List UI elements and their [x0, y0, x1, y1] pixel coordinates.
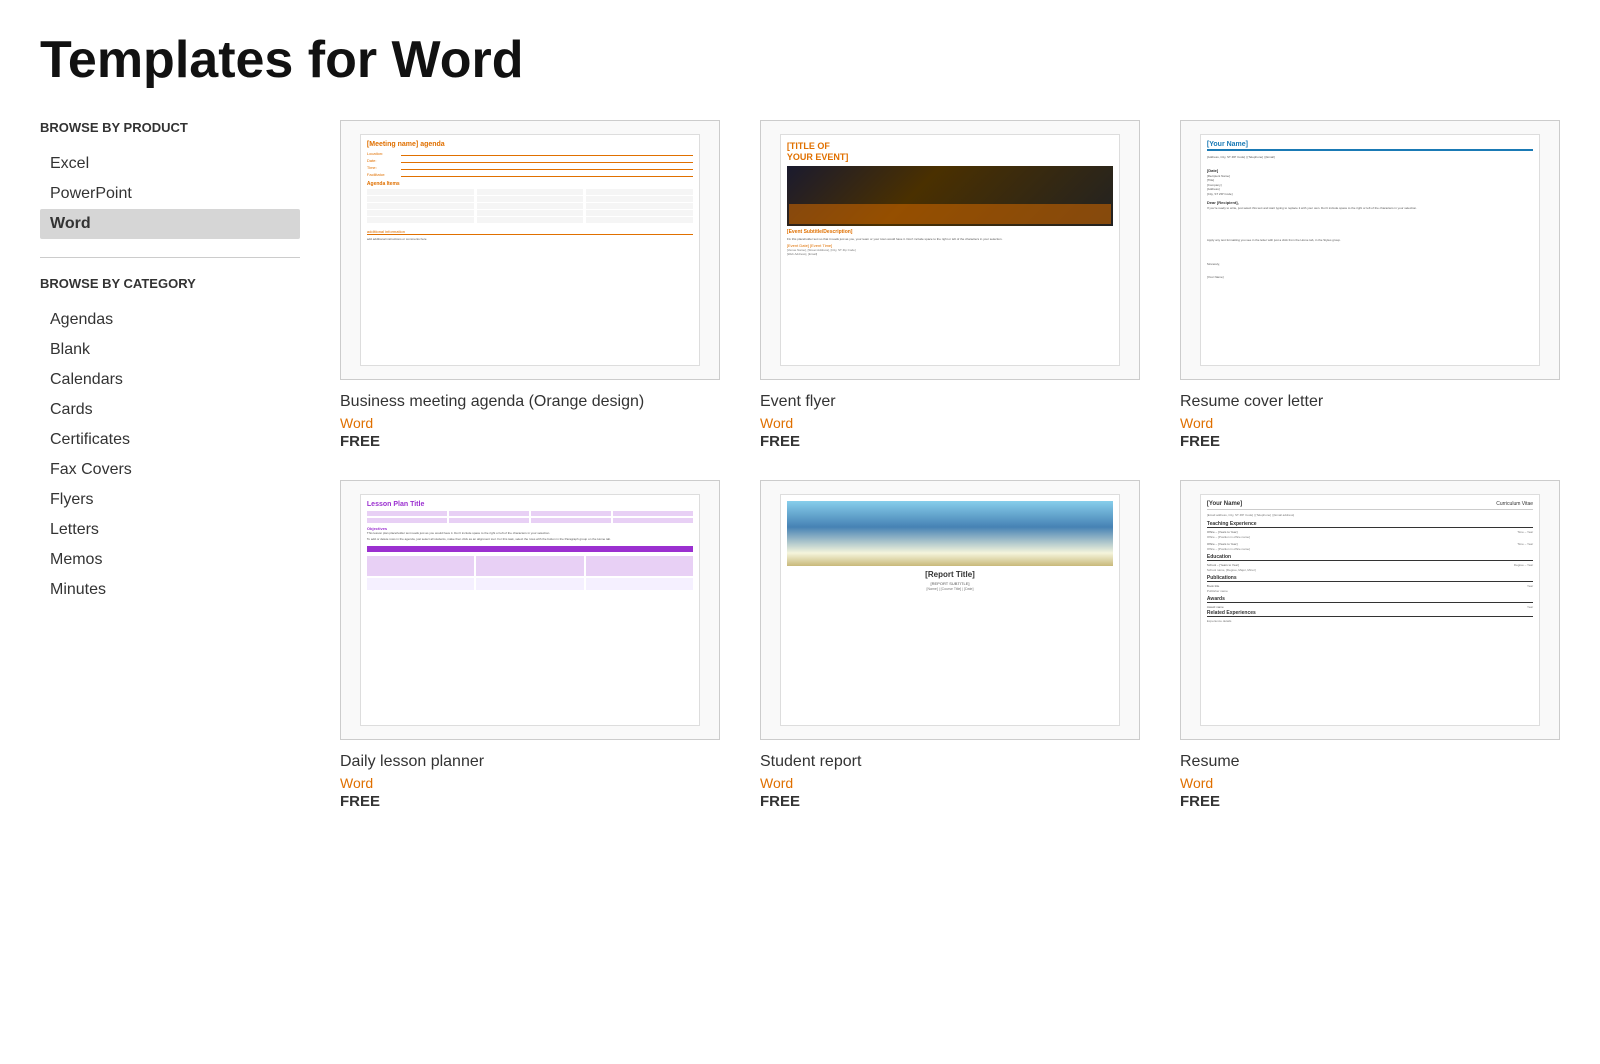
template-thumb-lesson: Lesson Plan Title [340, 480, 720, 740]
template-product-event: Word [760, 415, 1140, 431]
template-name-event: Event flyer [760, 392, 1140, 413]
thumb-event-inner: [TITLE OFYOUR EVENT] [Event Subtitle/Des… [780, 134, 1120, 366]
sidebar-item-minutes[interactable]: Minutes [40, 575, 300, 605]
template-name-resume: Resume [1180, 752, 1560, 773]
sidebar-item-certificates[interactable]: Certificates [40, 425, 300, 455]
sidebar-item-word[interactable]: Word [40, 209, 300, 239]
template-card-agenda[interactable]: [Meeting name] agenda Location: Date: Ti… [340, 120, 720, 450]
template-price-report: FREE [760, 793, 1140, 810]
template-thumb-event: [TITLE OFYOUR EVENT] [Event Subtitle/Des… [760, 120, 1140, 380]
template-price-event: FREE [760, 433, 1140, 450]
template-card-event[interactable]: [TITLE OFYOUR EVENT] [Event Subtitle/Des… [760, 120, 1140, 450]
template-card-report[interactable]: [Report Title] [REPORT SUBTITLE] [Name] … [760, 480, 1140, 810]
sidebar-item-fax-covers[interactable]: Fax Covers [40, 455, 300, 485]
template-price-resume: FREE [1180, 793, 1560, 810]
templates-area: [Meeting name] agenda Location: Date: Ti… [340, 120, 1560, 810]
thumb-report-inner: [Report Title] [REPORT SUBTITLE] [Name] … [780, 494, 1120, 726]
template-name-agenda: Business meeting agenda (Orange design) [340, 392, 720, 413]
template-product-agenda: Word [340, 415, 720, 431]
thumb-lesson-inner: Lesson Plan Title [360, 494, 700, 726]
sidebar-item-letters[interactable]: Letters [40, 515, 300, 545]
page-title: Templates for Word [40, 30, 1560, 90]
sidebar-item-blank[interactable]: Blank [40, 335, 300, 365]
thumb-agenda-inner: [Meeting name] agenda Location: Date: Ti… [360, 134, 700, 366]
event-image [787, 166, 1113, 226]
template-product-cover: Word [1180, 415, 1560, 431]
sidebar-item-excel[interactable]: Excel [40, 149, 300, 179]
template-thumb-report: [Report Title] [REPORT SUBTITLE] [Name] … [760, 480, 1140, 740]
main-layout: BROWSE BY PRODUCT Excel PowerPoint Word … [40, 120, 1560, 810]
template-thumb-resume: [Your Name] Curriculum Vitae [Email addr… [1180, 480, 1560, 740]
sidebar-item-cards[interactable]: Cards [40, 395, 300, 425]
thumb-resume-inner: [Your Name] Curriculum Vitae [Email addr… [1200, 494, 1540, 726]
sidebar-item-powerpoint[interactable]: PowerPoint [40, 179, 300, 209]
template-price-cover: FREE [1180, 433, 1560, 450]
template-product-report: Word [760, 775, 1140, 791]
template-price-lesson: FREE [340, 793, 720, 810]
template-card-resume[interactable]: [Your Name] Curriculum Vitae [Email addr… [1180, 480, 1560, 810]
browse-by-product-label: BROWSE BY PRODUCT [40, 120, 300, 137]
template-thumb-agenda: [Meeting name] agenda Location: Date: Ti… [340, 120, 720, 380]
report-image [787, 501, 1113, 566]
sidebar-item-flyers[interactable]: Flyers [40, 485, 300, 515]
template-card-lesson[interactable]: Lesson Plan Title [340, 480, 720, 810]
template-product-lesson: Word [340, 775, 720, 791]
browse-by-category-label: BROWSE BY CATEGORY [40, 276, 300, 293]
template-card-cover[interactable]: [Your Name] [Address, City, ST ZIP Code]… [1180, 120, 1560, 450]
template-name-report: Student report [760, 752, 1140, 773]
sidebar: BROWSE BY PRODUCT Excel PowerPoint Word … [40, 120, 300, 810]
template-price-agenda: FREE [340, 433, 720, 450]
sidebar-item-agendas[interactable]: Agendas [40, 305, 300, 335]
templates-grid: [Meeting name] agenda Location: Date: Ti… [340, 120, 1560, 810]
thumb-cover-inner: [Your Name] [Address, City, ST ZIP Code]… [1200, 134, 1540, 366]
template-name-cover: Resume cover letter [1180, 392, 1560, 413]
page-wrapper: Templates for Word BROWSE BY PRODUCT Exc… [0, 0, 1600, 840]
template-name-lesson: Daily lesson planner [340, 752, 720, 773]
sidebar-divider [40, 257, 300, 258]
sidebar-item-memos[interactable]: Memos [40, 545, 300, 575]
template-product-resume: Word [1180, 775, 1560, 791]
sidebar-item-calendars[interactable]: Calendars [40, 365, 300, 395]
template-thumb-cover: [Your Name] [Address, City, ST ZIP Code]… [1180, 120, 1560, 380]
